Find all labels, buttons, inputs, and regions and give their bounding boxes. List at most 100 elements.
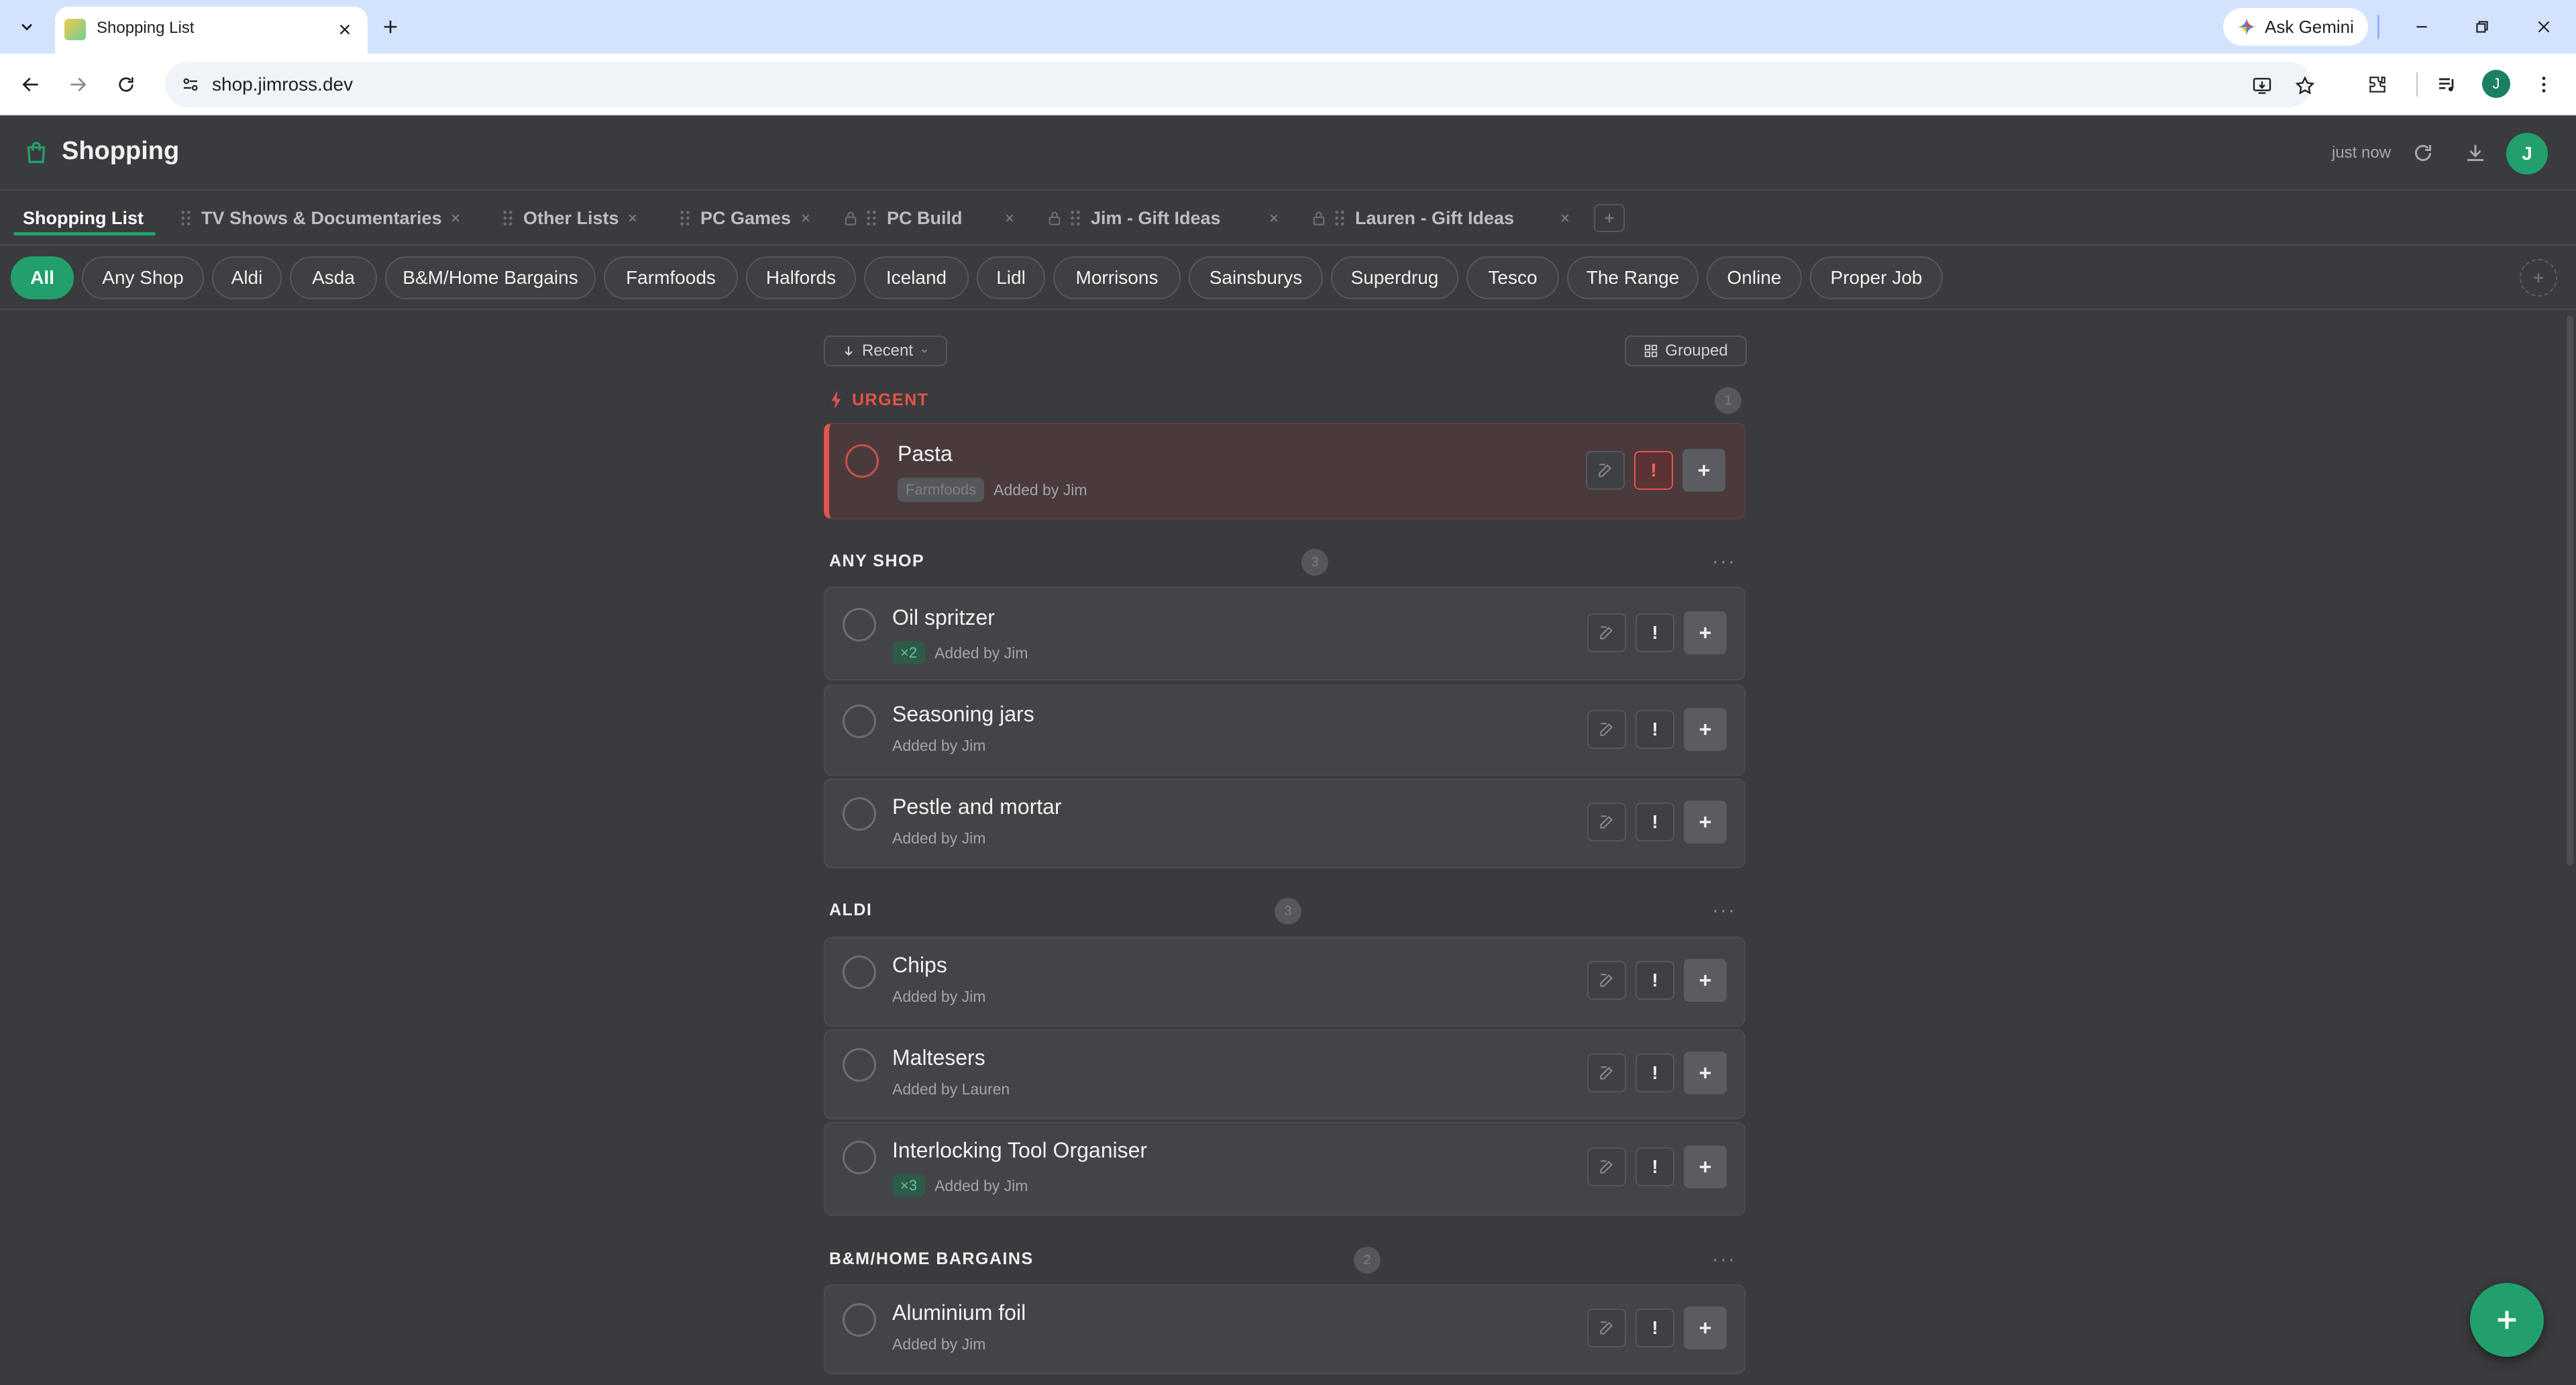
edit-item-button[interactable] (1587, 803, 1626, 841)
list-item[interactable]: Pasta Farmfoods Added by Jim ! (824, 423, 1746, 519)
address-bar[interactable]: shop.jimross.dev (165, 62, 2315, 107)
window-close-button[interactable] (2525, 9, 2563, 44)
list-item[interactable]: Aluminium foil Added by Jim ! (824, 1284, 1746, 1374)
tab-close-button[interactable] (1558, 211, 1572, 225)
bookmark-button[interactable] (2292, 72, 2318, 99)
edit-item-button[interactable] (1587, 1309, 1626, 1347)
drag-handle-icon[interactable] (865, 209, 877, 227)
urgent-toggle-button[interactable]: ! (1635, 803, 1674, 841)
complete-checkbox[interactable] (843, 1048, 876, 1082)
filter-chip-iceland[interactable]: Iceland (864, 256, 969, 299)
filter-chip-aldi[interactable]: Aldi (212, 256, 282, 299)
filter-chip-all[interactable]: All (11, 256, 74, 299)
increase-quantity-button[interactable] (1682, 449, 1725, 492)
list-item[interactable]: Pestle and mortar Added by Jim ! (824, 778, 1746, 868)
minimize-button[interactable] (2403, 9, 2440, 44)
urgent-toggle-button[interactable]: ! (1635, 1309, 1674, 1347)
tab-close-button[interactable] (798, 211, 813, 225)
edit-item-button[interactable] (1587, 1054, 1626, 1092)
tab-pc-build[interactable]: PC Build (844, 191, 963, 246)
increase-quantity-button[interactable] (1684, 959, 1727, 1002)
extensions-button[interactable] (2363, 70, 2392, 99)
install-app-button[interactable] (2249, 72, 2275, 99)
urgent-toggle-button[interactable]: ! (1635, 1147, 1674, 1186)
filter-chip-lidl[interactable]: Lidl (977, 256, 1045, 299)
increase-quantity-button[interactable] (1684, 801, 1727, 843)
filter-chip-asda[interactable]: Asda (290, 256, 377, 299)
complete-checkbox[interactable] (843, 608, 876, 642)
site-info-icon[interactable] (178, 72, 203, 97)
filter-chip-online[interactable]: Online (1707, 256, 1802, 299)
edit-item-button[interactable] (1587, 1147, 1626, 1186)
complete-checkbox[interactable] (843, 705, 876, 738)
browser-tab-active[interactable]: Shopping List (55, 7, 368, 54)
tab-close-button[interactable] (1267, 211, 1281, 225)
complete-checkbox[interactable] (843, 1303, 876, 1337)
sort-dropdown[interactable]: Recent (824, 336, 947, 366)
increase-quantity-button[interactable] (1684, 1306, 1727, 1349)
list-item[interactable]: Maltesers Added by Lauren ! (824, 1029, 1746, 1119)
add-item-button[interactable] (2470, 1283, 2544, 1357)
section-menu-button[interactable]: ··· (1709, 550, 1739, 572)
section-menu-button[interactable]: ··· (1709, 1248, 1739, 1270)
increase-quantity-button[interactable] (1684, 1051, 1727, 1094)
tab-pc-games[interactable]: PC Games (679, 191, 791, 246)
complete-checkbox[interactable] (843, 1141, 876, 1174)
tab-close-button[interactable] (625, 211, 640, 225)
edit-item-button[interactable] (1587, 613, 1626, 652)
filter-chip-the-range[interactable]: The Range (1567, 256, 1699, 299)
ask-gemini-button[interactable]: Ask Gemini (2223, 8, 2368, 46)
filter-chip-any-shop[interactable]: Any Shop (82, 256, 204, 299)
add-list-button[interactable] (1594, 204, 1625, 232)
urgent-toggle-button[interactable]: ! (1635, 1054, 1674, 1092)
filter-chip-halfords[interactable]: Halfords (746, 256, 856, 299)
section-menu-button[interactable]: ··· (1709, 899, 1739, 921)
tab-jim-gift-ideas[interactable]: Jim - Gift Ideas (1048, 191, 1221, 246)
increase-quantity-button[interactable] (1684, 1145, 1727, 1188)
urgent-toggle-button[interactable]: ! (1635, 613, 1674, 652)
grouped-view-toggle[interactable]: Grouped (1625, 336, 1747, 366)
urgent-toggle-button[interactable]: ! (1634, 451, 1673, 490)
tab-tv-shows[interactable]: TV Shows & Documentaries (180, 191, 442, 246)
tab-search-button[interactable] (11, 11, 43, 43)
filter-chip-tesco[interactable]: Tesco (1466, 256, 1559, 299)
media-controls-button[interactable] (2432, 70, 2462, 99)
filter-chip-bm-home-bargains[interactable]: B&M/Home Bargains (385, 256, 596, 299)
drag-handle-icon[interactable] (1069, 209, 1081, 227)
forward-button[interactable] (62, 68, 94, 101)
urgent-toggle-button[interactable]: ! (1635, 961, 1674, 1000)
new-tab-button[interactable] (376, 12, 405, 42)
browser-menu-button[interactable] (2529, 70, 2559, 99)
tab-other-lists[interactable]: Other Lists (502, 191, 619, 246)
edit-item-button[interactable] (1587, 710, 1626, 749)
drag-handle-icon[interactable] (180, 209, 192, 227)
list-item[interactable]: Chips Added by Jim ! (824, 937, 1746, 1027)
increase-quantity-button[interactable] (1684, 611, 1727, 654)
list-item[interactable]: Interlocking Tool Organiser ×3 Added by … (824, 1122, 1746, 1216)
filter-chip-morrisons[interactable]: Morrisons (1053, 256, 1181, 299)
complete-checkbox[interactable] (845, 444, 879, 478)
drag-handle-icon[interactable] (679, 209, 691, 227)
drag-handle-icon[interactable] (1334, 209, 1346, 227)
browser-profile-avatar[interactable]: J (2482, 70, 2510, 98)
drag-handle-icon[interactable] (502, 209, 514, 227)
reload-button[interactable] (110, 68, 142, 101)
filter-chip-farmfoods[interactable]: Farmfoods (604, 256, 738, 299)
tab-close-button[interactable] (1002, 211, 1017, 225)
tab-close-button[interactable] (448, 211, 463, 225)
add-shop-button[interactable] (2520, 259, 2557, 297)
tab-shopping-list[interactable]: Shopping List (23, 191, 144, 246)
list-item[interactable]: Oil spritzer ×2 Added by Jim ! (824, 586, 1746, 680)
tab-lauren-gift-ideas[interactable]: Lauren - Gift Ideas (1312, 191, 1514, 246)
tab-close-button[interactable] (331, 16, 358, 43)
scrollbar[interactable] (2567, 315, 2573, 866)
restore-button[interactable] (2463, 9, 2501, 44)
user-avatar[interactable]: J (2506, 133, 2548, 174)
filter-chip-proper-job[interactable]: Proper Job (1810, 256, 1943, 299)
back-button[interactable] (15, 68, 47, 101)
filter-chip-superdrug[interactable]: Superdrug (1331, 256, 1458, 299)
refresh-button[interactable] (2408, 138, 2438, 168)
edit-item-button[interactable] (1587, 961, 1626, 1000)
complete-checkbox[interactable] (843, 956, 876, 989)
edit-item-button[interactable] (1586, 451, 1625, 490)
